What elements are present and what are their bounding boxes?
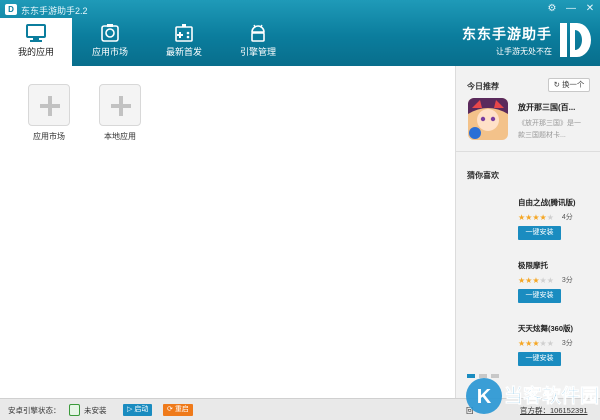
- add-icon: [99, 84, 141, 126]
- engine-icon: [69, 404, 80, 416]
- tab-my-apps[interactable]: 我的应用: [0, 18, 72, 66]
- add-icon: [28, 84, 70, 126]
- star-empty-icon: ★: [546, 276, 554, 285]
- app-logo-icon: D: [5, 4, 17, 15]
- engine-status-label: 安卓引擎状态：: [8, 406, 61, 415]
- back-link[interactable]: 回: [466, 405, 474, 416]
- star-rating: ★★★★★: [518, 339, 554, 348]
- tab-app-market[interactable]: 应用市场: [74, 18, 146, 66]
- brand-name: 东东手游助手: [462, 25, 552, 42]
- install-button[interactable]: 一键安装: [518, 226, 561, 240]
- monitor-icon: [26, 24, 46, 42]
- game-cover-icon[interactable]: [468, 98, 508, 140]
- gamepad-icon: [175, 24, 193, 42]
- star-empty-icon: ★: [546, 213, 554, 222]
- brand-slogan: 让手游无处不在: [496, 46, 552, 56]
- rating: ★★★★★ 3分: [518, 339, 598, 348]
- tab-engine-management[interactable]: 引擎管理: [222, 18, 294, 66]
- pager-dot[interactable]: [479, 374, 487, 378]
- tab-new-releases[interactable]: 最新首发: [148, 18, 220, 66]
- score: 3分: [561, 277, 573, 284]
- list-item: 天天炫舞(360版) ★★★★★ 3分 一键安装: [518, 323, 598, 366]
- recommend-desc: 《放开那三国》是一 款三国题材卡...: [518, 118, 593, 142]
- guess-title: 猜你喜欢: [467, 171, 499, 180]
- start-label: 启动: [134, 406, 149, 413]
- tile-label: 本地应用: [104, 132, 136, 141]
- rating: ★★★★★ 4分: [518, 213, 598, 222]
- swap-button[interactable]: ↻ 换一个: [548, 78, 590, 92]
- qq-group-link[interactable]: 官方群：106152391: [520, 405, 588, 416]
- list-item: 极限摩托 ★★★★★ 3分 一键安装: [518, 260, 598, 303]
- tab-label: 我的应用: [17, 47, 54, 57]
- game-name[interactable]: 极限摩托: [518, 260, 598, 271]
- star-empty-icon: ★: [546, 339, 554, 348]
- main-panel: 应用市场 本地应用: [0, 66, 455, 398]
- pager-dot[interactable]: [491, 374, 499, 378]
- start-button[interactable]: ▷ 启动: [123, 404, 153, 416]
- brand-logo-icon: [560, 23, 591, 57]
- title-bar: D 东东手游助手2.2 ⚙ — ✕ 我的应用 应用市场 最新首发 引擎管理 东东…: [0, 0, 600, 66]
- app-tile-market[interactable]: 应用市场: [27, 84, 71, 142]
- engine-state: 未安装: [84, 406, 107, 415]
- star-empty-icon: ★: [539, 339, 547, 348]
- android-icon: [251, 24, 265, 42]
- rating: ★★★★★ 3分: [518, 276, 598, 285]
- restart-button[interactable]: ⟳ 重启: [163, 404, 193, 416]
- close-icon[interactable]: ✕: [584, 2, 596, 16]
- game-name[interactable]: 天天炫舞(360版): [518, 323, 598, 334]
- tab-label: 应用市场: [91, 47, 128, 57]
- app-title: 东东手游助手2.2: [21, 6, 88, 16]
- star-filled-icon: ★: [532, 213, 540, 222]
- star-rating: ★★★★★: [518, 276, 554, 285]
- recommend-name[interactable]: 放开那三国(百...: [518, 102, 575, 113]
- install-button[interactable]: 一键安装: [518, 289, 561, 303]
- star-filled-icon: ★: [539, 213, 547, 222]
- pager-dot[interactable]: [467, 374, 475, 378]
- swap-label: 换一个: [561, 80, 585, 89]
- recommend-sidebar: 今日推荐 ↻ 换一个 放开那三国(百... 《放开那三国》是一 款三国题材卡..…: [455, 66, 600, 398]
- score: 4分: [561, 214, 573, 221]
- game-name[interactable]: 自由之战(腾讯版): [518, 197, 598, 208]
- divider: [456, 151, 600, 152]
- brand: 东东手游助手 让手游无处不在: [462, 18, 592, 62]
- star-filled-icon: ★: [532, 339, 540, 348]
- list-item: 自由之战(腾讯版) ★★★★★ 4分 一键安装: [518, 197, 598, 240]
- status-bar: 安卓引擎状态： 未安装 ▷ 启动 ⟳ 重启 回 官方群：106152391: [0, 398, 600, 420]
- restart-label: 重启: [174, 406, 189, 413]
- settings-icon[interactable]: ⚙: [546, 2, 558, 16]
- tab-label: 最新首发: [165, 47, 202, 57]
- camera-icon: [101, 24, 119, 42]
- minimize-icon[interactable]: —: [565, 2, 577, 16]
- window-controls: ⚙ — ✕: [546, 2, 596, 16]
- tile-label: 应用市场: [33, 132, 65, 141]
- star-filled-icon: ★: [532, 276, 540, 285]
- tab-label: 引擎管理: [239, 47, 276, 57]
- star-empty-icon: ★: [539, 276, 547, 285]
- recommend-desc-line: 《放开那三国》是一: [518, 120, 581, 127]
- today-title: 今日推荐: [467, 82, 499, 91]
- install-button[interactable]: 一键安装: [518, 352, 561, 366]
- score: 3分: [561, 340, 573, 347]
- app-tile-local[interactable]: 本地应用: [98, 84, 142, 142]
- star-rating: ★★★★★: [518, 213, 554, 222]
- pager-dots[interactable]: [467, 374, 499, 378]
- recommend-desc-line: 款三国题材卡...: [518, 132, 566, 139]
